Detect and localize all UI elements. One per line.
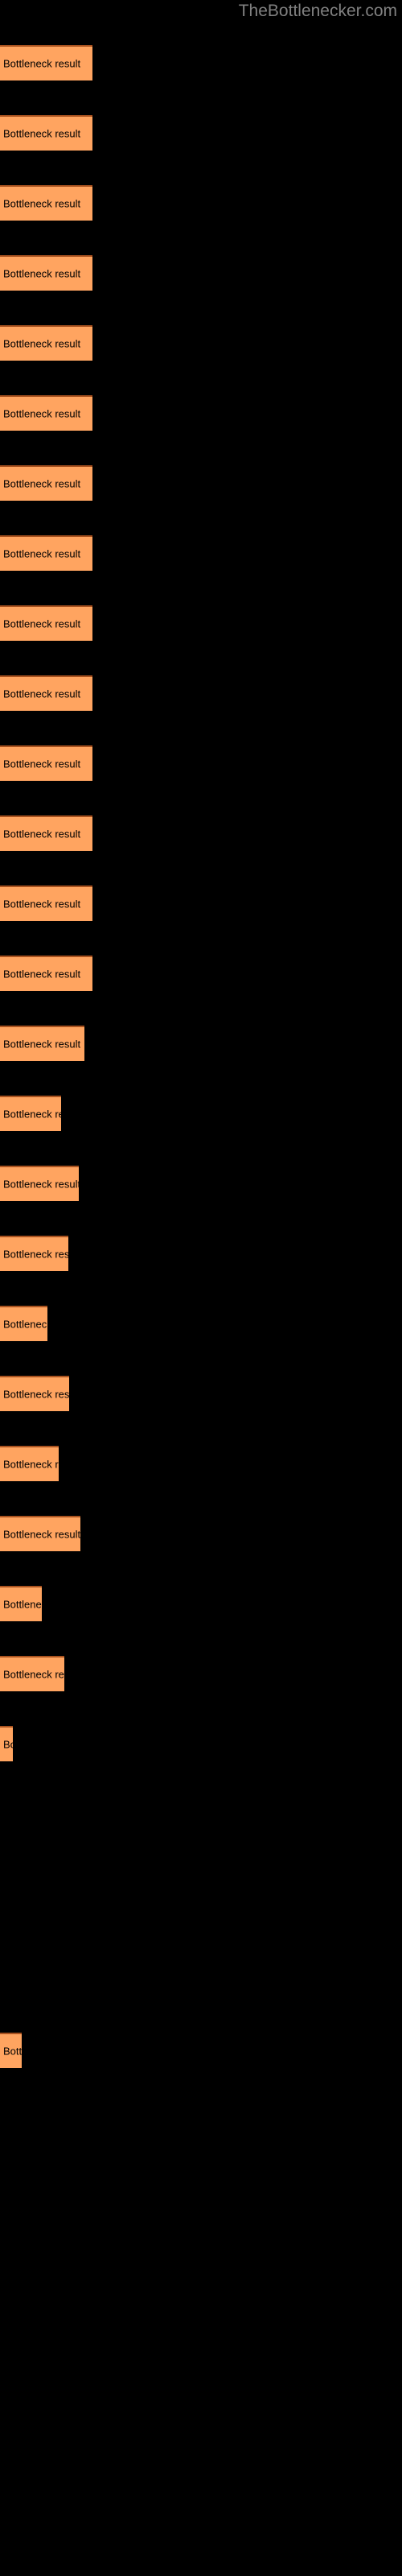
bar[interactable]: Bottleneck result	[0, 1096, 61, 1131]
bar-label: Bottleneck result	[3, 57, 81, 70]
bar[interactable]: Bottleneck result	[0, 1166, 79, 1201]
bar-label: Bottleneck result	[3, 1318, 47, 1331]
bar[interactable]: Bottleneck result	[0, 115, 92, 151]
bar[interactable]: Bottleneck result	[0, 745, 92, 781]
bar[interactable]: Bottleneck result	[0, 1026, 84, 1061]
bar[interactable]: Bottleneck result	[0, 1656, 64, 1691]
bar[interactable]: Bottleneck result	[0, 395, 92, 431]
bar-label: Bottleneck result	[3, 1528, 80, 1541]
bar-label: Bottleneck result	[3, 1458, 59, 1471]
bar[interactable]: Bottleneck result	[0, 1306, 47, 1341]
bar[interactable]: Bottleneck result	[0, 185, 92, 221]
bar-label: Bottleneck result	[3, 1738, 13, 1751]
bar-label: Bottleneck result	[3, 547, 81, 560]
bar[interactable]: Bottleneck result	[0, 815, 92, 851]
bar[interactable]: Bottleneck result	[0, 465, 92, 501]
bar-label: Bottleneck result	[3, 968, 81, 980]
bar-label: Bottleneck result	[3, 1178, 79, 1191]
bar[interactable]: Bottleneck result	[0, 45, 92, 80]
bar[interactable]: Bottleneck result	[0, 1236, 68, 1271]
bar-label: Bottleneck result	[3, 337, 81, 350]
bar[interactable]: Bottleneck result	[0, 255, 92, 291]
bar-label: Bottleneck result	[3, 687, 81, 700]
bar-label: Bottleneck result	[3, 2045, 22, 2058]
bar-label: Bottleneck result	[3, 1038, 81, 1051]
bar[interactable]: Bottleneck result	[0, 2033, 22, 2068]
bar-label: Bottleneck result	[3, 828, 81, 840]
bar-label: Bottleneck result	[3, 1668, 64, 1681]
bar[interactable]: Bottleneck result	[0, 886, 92, 921]
bar[interactable]: Bottleneck result	[0, 1726, 13, 1761]
bar-label: Bottleneck result	[3, 617, 81, 630]
bar[interactable]: Bottleneck result	[0, 1376, 69, 1411]
bar-label: Bottleneck result	[3, 1388, 69, 1401]
bar[interactable]: Bottleneck result	[0, 956, 92, 991]
bar-label: Bottleneck result	[3, 267, 81, 280]
bar[interactable]: Bottleneck result	[0, 1586, 42, 1621]
bar[interactable]: Bottleneck result	[0, 675, 92, 711]
bar-label: Bottleneck result	[3, 407, 81, 420]
bar[interactable]: Bottleneck result	[0, 605, 92, 641]
bar-label: Bottleneck result	[3, 477, 81, 490]
bar-label: Bottleneck result	[3, 1108, 61, 1121]
bar-label: Bottleneck result	[3, 127, 81, 140]
bar[interactable]: Bottleneck result	[0, 1516, 80, 1551]
bar-label: Bottleneck result	[3, 197, 81, 210]
bar-label: Bottleneck result	[3, 1248, 68, 1261]
bar[interactable]: Bottleneck result	[0, 535, 92, 571]
bar[interactable]: Bottleneck result	[0, 1446, 59, 1481]
bottleneck-result-bar-chart: Bottleneck result Bottleneck result Bottle…	[0, 0, 402, 2576]
bar-label: Bottleneck result	[3, 1598, 42, 1611]
bar-label: Bottleneck result	[3, 898, 81, 910]
bar-label: Bottleneck result	[3, 758, 81, 770]
bar[interactable]: Bottleneck result	[0, 325, 92, 361]
